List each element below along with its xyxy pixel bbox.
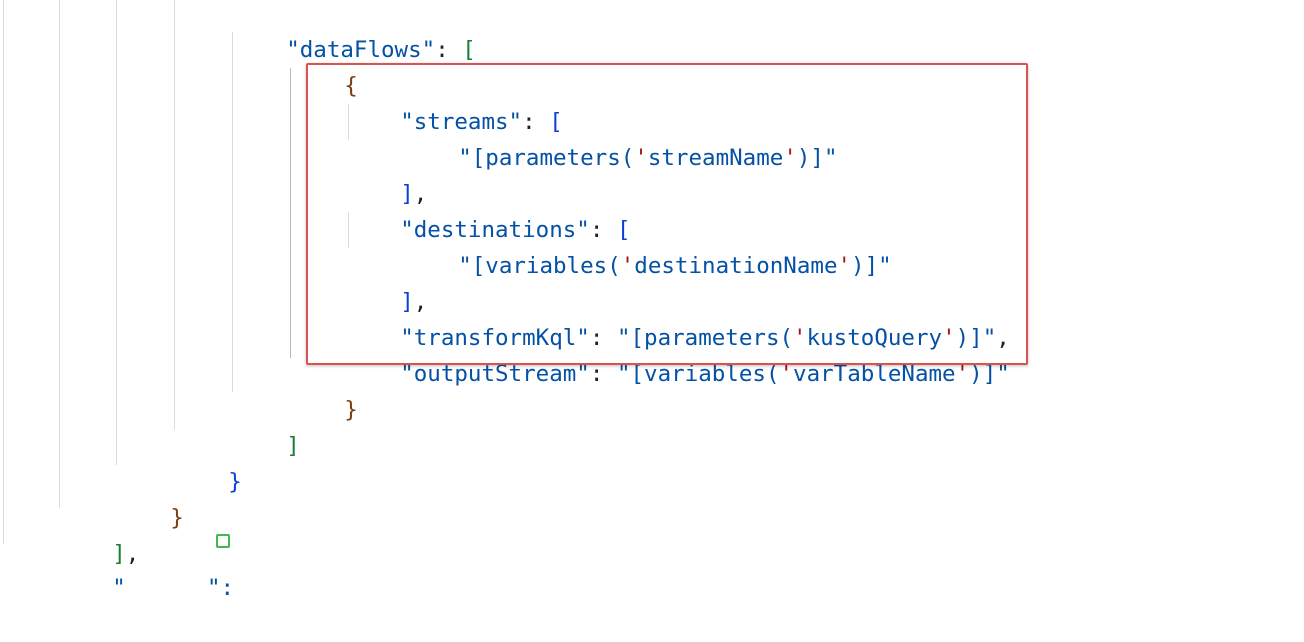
indent-guide xyxy=(174,0,175,430)
json-key: " ": xyxy=(112,575,248,601)
code-line[interactable]: } xyxy=(174,428,242,495)
indent-guide xyxy=(116,0,117,465)
indent-guide xyxy=(3,0,4,544)
bracket-open: [ xyxy=(462,37,476,63)
highlight-box xyxy=(306,63,1028,365)
indent-guide xyxy=(59,0,60,508)
bracket-close: ] xyxy=(286,433,300,459)
code-editor[interactable]: "dataFlows": [ { "streams": [ "[paramete… xyxy=(0,0,1304,601)
brace-close: } xyxy=(228,469,242,495)
code-line[interactable]: } xyxy=(116,464,184,531)
code-line[interactable]: ] xyxy=(232,392,300,459)
code-line[interactable]: "dataFlows": [ xyxy=(232,0,476,63)
fold-marker-icon[interactable] xyxy=(216,534,230,548)
code-line[interactable]: ], xyxy=(58,500,139,567)
brace-close: } xyxy=(170,505,184,531)
brace-close: } xyxy=(344,397,358,423)
